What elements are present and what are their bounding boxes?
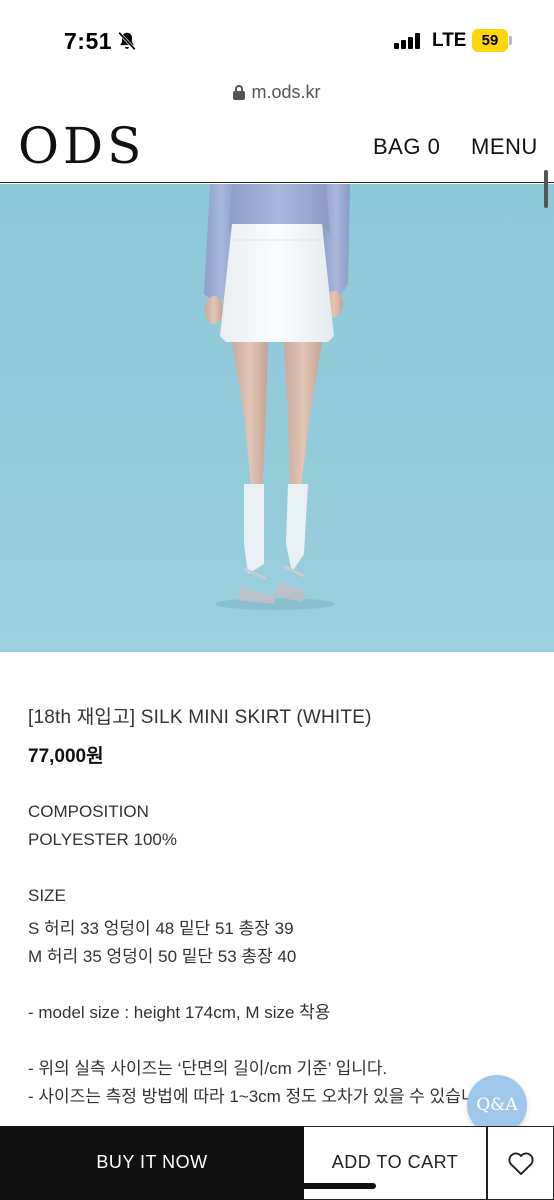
scrollbar[interactable] — [544, 170, 548, 208]
network-type: LTE — [432, 30, 467, 51]
product-title: [18th 재입고] SILK MINI SKIRT (WHITE) — [28, 707, 372, 728]
product-price: 77,000원 — [28, 746, 104, 767]
description-line: COMPOSITION — [28, 802, 149, 821]
menu-link[interactable]: MENU — [471, 134, 538, 160]
bag-link[interactable]: BAG 0 — [373, 134, 440, 160]
model-photo — [204, 184, 350, 610]
signal-icon — [394, 33, 422, 49]
site-header: ODS BAG 0 MENU — [0, 110, 554, 183]
site-logo[interactable]: ODS — [18, 120, 145, 172]
description-line: SIZE — [28, 886, 66, 905]
wishlist-button[interactable] — [487, 1126, 554, 1200]
address-bar[interactable]: m.ods.kr — [0, 82, 554, 108]
status-bar: 7:51 LTE 59 — [0, 0, 554, 80]
description-line: - 위의 실측 사이즈는 ‘단면의 길이/cm 기준’ 입니다. — [28, 1059, 388, 1078]
home-indicator — [178, 1183, 376, 1189]
bell-off-icon — [118, 31, 136, 51]
description-line: POLYESTER 100% — [28, 830, 177, 849]
lock-icon — [233, 85, 246, 100]
url-text: m.ods.kr — [251, 82, 321, 102]
battery-indicator: 59 — [472, 29, 508, 52]
description-line: M 허리 35 엉덩이 50 밑단 53 총장 40 — [28, 947, 297, 966]
description-line: S 허리 33 엉덩이 48 밑단 51 총장 39 — [28, 919, 294, 938]
description-line: - model size : height 174cm, M size 착용 — [28, 1003, 331, 1022]
description-line: - 사이즈는 측정 방법에 따라 1~3cm 정도 오차가 있을 수 있습니 — [28, 1087, 477, 1106]
heart-icon — [507, 1152, 534, 1176]
status-time: 7:51 — [64, 28, 113, 54]
battery-tip — [509, 36, 512, 45]
product-image[interactable] — [0, 184, 554, 652]
